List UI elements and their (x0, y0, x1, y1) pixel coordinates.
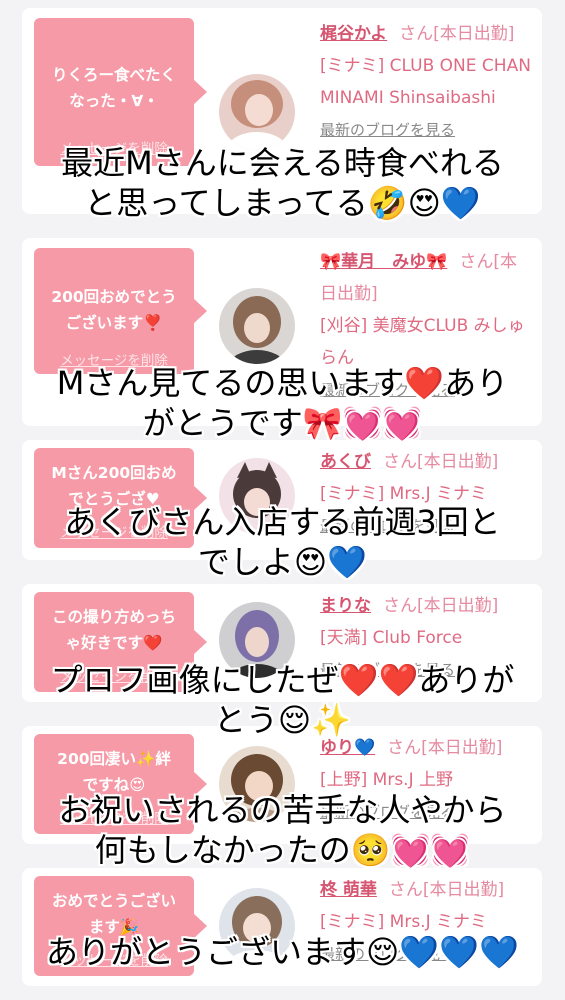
message-bubble: 200回おめでとう ございます❣️ メッセージを削除 (34, 248, 207, 374)
host-status: さん[本日出勤] (383, 452, 499, 472)
message-text: 200回おめでとう ございます❣️ (51, 288, 177, 332)
host-info: 梶谷かよ さん[本日出勤] [ミナミ] CLUB ONE CHAN MINAMI … (320, 18, 532, 146)
overlay-caption: お祝いされるの苦手な人やから 何もしなかったの🥺💓💓 (58, 791, 507, 869)
avatar-photo (219, 74, 295, 150)
host-status: さん[本日出勤] (388, 880, 505, 900)
overlay-caption: あくびさん入店する前週3回と でしよ😍💙 (64, 503, 501, 581)
host-status: さん[本日出勤] (387, 738, 503, 758)
shop-name: [天満] Club Force (320, 628, 463, 648)
page: りくろー食べたく なった・∀・ メッセージを削除 梶谷かよ さん[本日出勤] [ミ… (0, 0, 565, 1000)
latest-blog-link[interactable]: 最新のブログを見る (320, 114, 532, 146)
host-name-link[interactable]: 柊 萌華 (320, 880, 377, 900)
host-name-link[interactable]: 梶谷かよ (320, 24, 387, 44)
host-name-link[interactable]: まりな (320, 596, 371, 616)
avatar[interactable] (219, 288, 295, 364)
message-text: この撮り方めっち ゃ好きです❤️ (51, 608, 176, 652)
shop-name: [ミナミ] CLUB ONE CHAN MINAMI Shinsaibashi (320, 56, 531, 108)
avatar-photo (219, 288, 295, 364)
overlay-caption: ありがとうございます😌💙💙💙 (46, 933, 519, 971)
overlay-caption: プロフ画像にしたぜ❤️❤️ありが とう😌✨ (50, 661, 515, 739)
host-status: さん[本日出勤] (383, 596, 499, 616)
host-status: さん[本日出勤] (399, 24, 515, 44)
host-name-link[interactable]: あくび (320, 452, 371, 472)
host-name-link[interactable]: 🎀華月 みゆ🎀 (320, 252, 447, 272)
avatar[interactable] (219, 74, 295, 150)
message-text: りくろー食べたく なった・∀・ (51, 66, 176, 110)
overlay-caption: 最近Mさんに会える時食べれる と思ってしまってる🤣😍💙 (61, 144, 504, 222)
host-name-link[interactable]: ゆり💙 (320, 738, 375, 758)
overlay-caption: Mさん見てるの思います❤️あり がとうです🎀💓💓 (56, 364, 509, 442)
